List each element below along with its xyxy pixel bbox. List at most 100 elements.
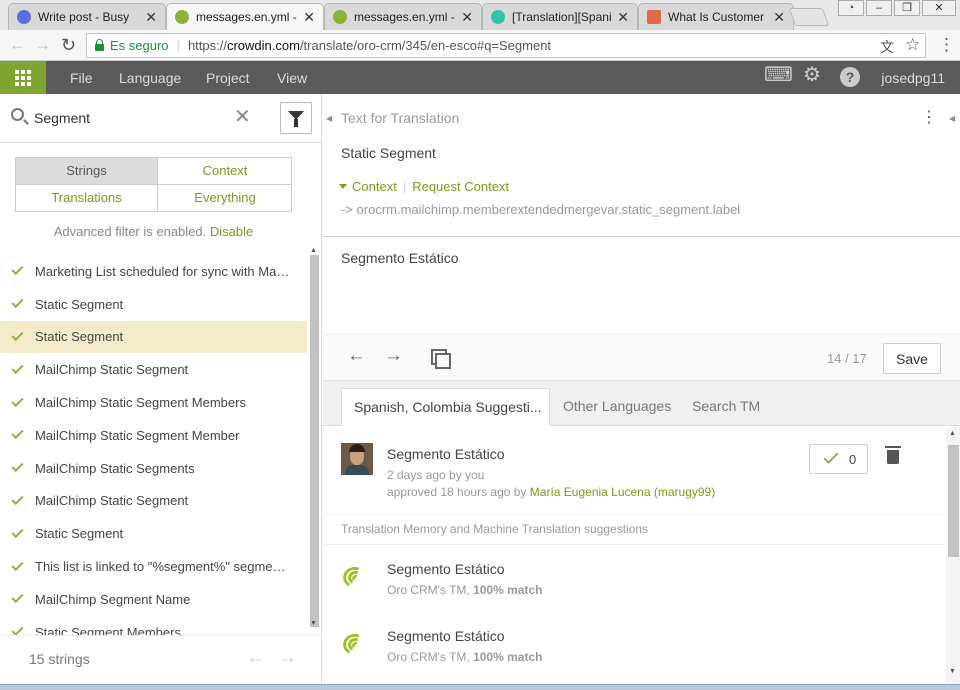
reload-icon[interactable]: ↻ — [61, 36, 76, 54]
apps-grid-button[interactable] — [0, 61, 46, 94]
scroll-down-icon[interactable]: ▼ — [949, 668, 956, 675]
list-item[interactable]: Static Segment Members — [0, 616, 307, 635]
close-tab-icon[interactable]: ✕ — [145, 9, 157, 26]
tab-language-suggestions[interactable]: Spanish, Colombia Suggesti... — [341, 388, 550, 426]
forward-icon[interactable]: → — [34, 36, 51, 54]
previous-string-icon[interactable]: ← — [347, 346, 366, 366]
menu-project[interactable]: Project — [206, 70, 250, 86]
clear-search-icon[interactable]: ✕ — [234, 106, 251, 128]
approved-check-icon — [11, 624, 24, 635]
approved-check-icon — [11, 525, 24, 538]
list-item[interactable]: MailChimp Static Segments — [0, 452, 307, 485]
trash-icon[interactable] — [885, 446, 901, 464]
close-window-icon[interactable]: ✕ — [922, 0, 956, 16]
url-text: https://crowdin.com/translate/oro-crm/34… — [187, 38, 552, 53]
next-page-icon[interactable]: → — [278, 648, 297, 668]
crowdin-favicon-icon — [175, 10, 189, 24]
keyboard-icon[interactable]: ⌨ — [764, 65, 793, 85]
vote-button[interactable]: 0 — [809, 444, 868, 474]
profile-icon[interactable]: ◔ — [838, 0, 864, 16]
list-item[interactable]: Static Segment — [0, 288, 307, 321]
close-tab-icon[interactable]: ✕ — [303, 9, 315, 26]
tab-other-languages[interactable]: Other Languages — [563, 388, 671, 426]
search-input[interactable] — [34, 107, 224, 129]
back-icon[interactable]: ← — [9, 36, 26, 54]
browser-tab-title: Write post - Busy — [38, 10, 130, 24]
disable-filter-link[interactable]: Disable — [210, 224, 253, 239]
bookmark-star-icon[interactable]: ☆ — [905, 36, 920, 54]
filter-tab-translations[interactable]: Translations — [16, 185, 158, 212]
browser-tab-title: What Is Customer S — [668, 10, 768, 24]
prev-page-icon[interactable]: ← — [246, 648, 265, 668]
minimize-icon[interactable]: – — [866, 0, 892, 16]
browser-tab-customer[interactable]: What Is Customer S ✕ — [638, 3, 794, 30]
context-toggle[interactable]: Context — [352, 179, 397, 194]
help-icon[interactable]: ? — [840, 67, 860, 87]
scrollbar-thumb[interactable] — [310, 255, 319, 627]
browser-tab-crowdin-1[interactable]: messages.en.yml - C ✕ — [166, 3, 324, 30]
filter-button[interactable] — [280, 102, 312, 134]
approved-check-icon — [11, 591, 24, 604]
menu-file[interactable]: File — [70, 70, 93, 86]
tab-search-tm[interactable]: Search TM — [692, 388, 760, 426]
browser-tab-title: [Translation][Spanis — [512, 10, 612, 24]
strings-list: Marketing List scheduled for sync with M… — [0, 255, 307, 635]
filter-tab-strings[interactable]: Strings — [16, 158, 158, 185]
omnibox-separator: | — [176, 38, 180, 53]
close-tab-icon[interactable]: ✕ — [461, 9, 473, 26]
browser-tab-translation[interactable]: [Translation][Spanis ✕ — [482, 3, 638, 30]
list-item[interactable]: MailChimp Static Segment Member — [0, 419, 307, 452]
editor-panel: Text for Translation ⋮ ◀ Static Segment … — [323, 94, 960, 690]
approved-check-icon — [11, 558, 24, 571]
lock-icon — [95, 39, 104, 51]
translate-icon[interactable]: 文 — [880, 38, 894, 56]
list-item[interactable]: MailChimp Segment Name — [0, 583, 307, 616]
collapse-right-icon[interactable]: ◀ — [949, 114, 955, 123]
browser-tab-strip: Write post - Busy ✕ messages.en.yml - C … — [0, 0, 960, 30]
copy-source-icon[interactable] — [431, 349, 451, 369]
browser-tab-busy[interactable]: Write post - Busy ✕ — [8, 3, 166, 30]
list-item-selected[interactable]: Static Segment — [0, 320, 307, 354]
more-options-icon[interactable]: ⋮ — [921, 108, 937, 128]
url-field[interactable]: Es seguro | https://crowdin.com/translat… — [86, 33, 926, 58]
strings-scrollbar[interactable]: ▲ ▼ — [309, 247, 319, 627]
suggestions-scrollbar[interactable]: ▲ ▼ — [946, 427, 960, 690]
translation-textarea[interactable] — [323, 237, 960, 333]
scroll-up-icon[interactable]: ▲ — [310, 247, 317, 254]
context-line: Context | Request Context — [339, 179, 509, 194]
list-item[interactable]: Marketing List scheduled for sync with M… — [0, 255, 307, 288]
filter-tab-everything[interactable]: Everything — [158, 185, 292, 212]
menu-language[interactable]: Language — [119, 70, 181, 86]
strings-count: 15 strings — [29, 651, 90, 667]
list-item[interactable]: MailChimp Static Segment — [0, 485, 307, 518]
scrollbar-thumb[interactable] — [948, 445, 959, 557]
approver-link[interactable]: María Eugenia Lucena (marugy99) — [530, 485, 715, 499]
next-string-icon[interactable]: → — [384, 346, 403, 366]
list-item[interactable]: MailChimp Static Segment — [0, 353, 307, 386]
source-text: Static Segment — [341, 145, 436, 161]
browser-menu-icon[interactable]: ⋮ — [938, 36, 955, 54]
tm-suggestion-item[interactable]: Segmento Estático Oro CRM's TM, 100% mat… — [323, 612, 944, 678]
tm-suggestion-item[interactable]: Segmento Estático Oro CRM's TM, 100% mat… — [323, 545, 944, 611]
app-toolbar: File Language Project View ⌨ ⚙ ? josedpg… — [0, 61, 960, 94]
list-item[interactable]: This list is linked to "%segment%" segme… — [0, 550, 307, 583]
maximize-icon[interactable]: ❐ — [894, 0, 920, 16]
filter-tab-context[interactable]: Context — [158, 158, 292, 185]
close-tab-icon[interactable]: ✕ — [773, 9, 785, 26]
scroll-down-icon[interactable]: ▼ — [310, 620, 317, 627]
tm-suggestion-source: Oro CRM's TM, 100% match — [387, 650, 543, 664]
username-menu[interactable]: josedpg11 — [881, 70, 945, 86]
close-tab-icon[interactable]: ✕ — [617, 9, 629, 26]
browser-tab-crowdin-2[interactable]: messages.en.yml - C ✕ — [324, 3, 482, 30]
busy-favicon-icon — [17, 10, 31, 24]
list-item[interactable]: MailChimp Static Segment Members — [0, 386, 307, 419]
scroll-up-icon[interactable]: ▲ — [949, 430, 956, 437]
menu-view[interactable]: View — [277, 70, 307, 86]
save-button[interactable]: Save — [883, 343, 941, 374]
search-row: ✕ — [0, 94, 322, 143]
suggestion-text[interactable]: Segmento Estático — [387, 446, 505, 462]
gear-icon[interactable]: ⚙ — [803, 65, 821, 85]
list-item[interactable]: Static Segment — [0, 517, 307, 550]
new-tab-button[interactable] — [788, 8, 830, 26]
request-context-link[interactable]: Request Context — [412, 179, 509, 194]
